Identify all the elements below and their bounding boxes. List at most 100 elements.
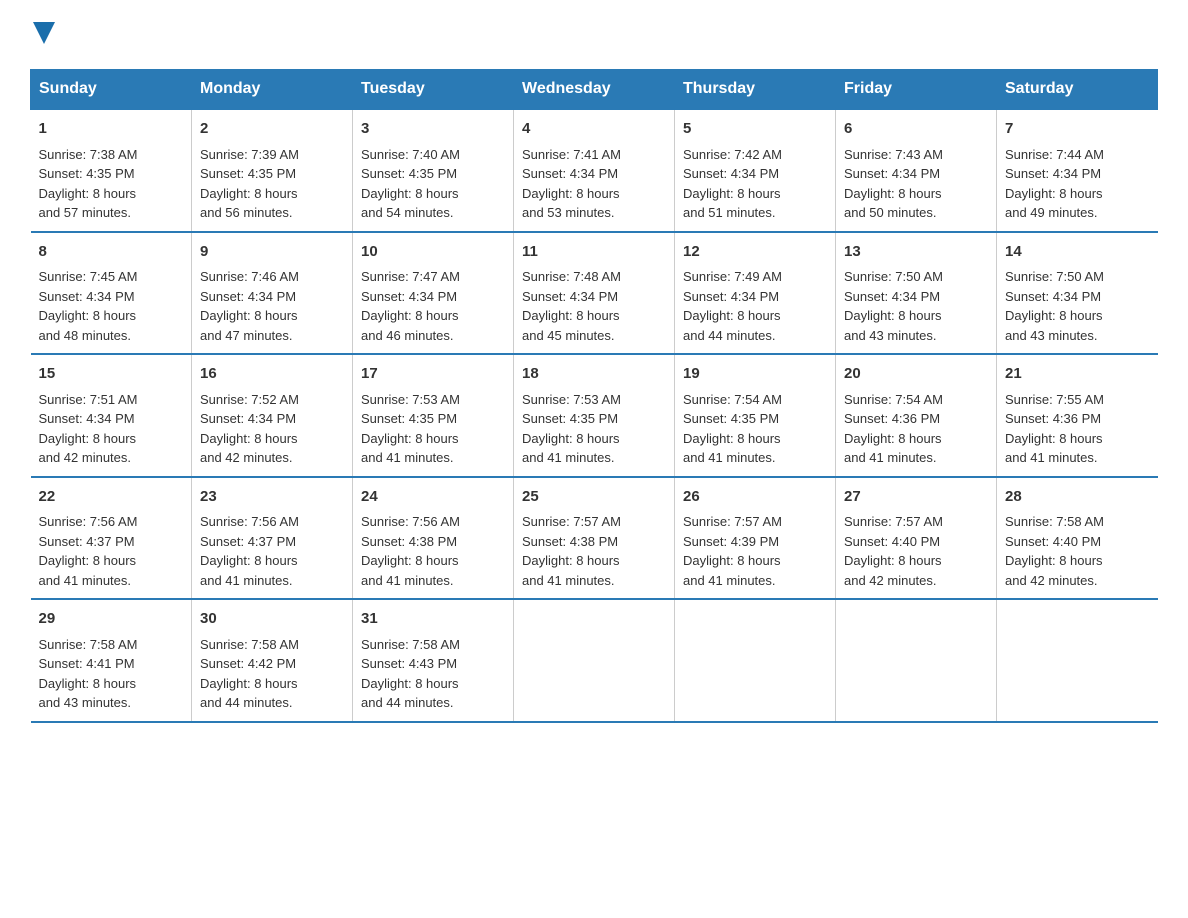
day-number: 9 [200, 241, 344, 264]
day-number: 1 [39, 118, 184, 141]
calendar-cell: 6Sunrise: 7:43 AMSunset: 4:34 PMDaylight… [836, 109, 997, 232]
calendar-cell: 28 Sunrise: 7:58 AMSunset: 4:40 PMDayligh… [997, 477, 1158, 600]
calendar-cell: 10 Sunrise: 7:47 AMSunset: 4:34 PMDayligh… [353, 232, 514, 355]
calendar-cell: 20 Sunrise: 7:54 AMSunset: 4:36 PMDayligh… [836, 354, 997, 477]
day-info: Sunrise: 7:52 AMSunset: 4:34 PMDaylight:… [200, 392, 299, 466]
day-number: 30 [200, 608, 344, 631]
day-info: Sunrise: 7:49 AMSunset: 4:34 PMDaylight:… [683, 269, 782, 343]
day-number: 19 [683, 363, 827, 386]
day-info: Sunrise: 7:55 AMSunset: 4:36 PMDaylight:… [1005, 392, 1104, 466]
calendar-cell: 18 Sunrise: 7:53 AMSunset: 4:35 PMDayligh… [514, 354, 675, 477]
day-number: 2 [200, 118, 344, 141]
day-number: 3 [361, 118, 505, 141]
calendar-cell: 7 Sunrise: 7:44 AMSunset: 4:34 PMDaylight… [997, 109, 1158, 232]
calendar-cell: 24Sunrise: 7:56 AMSunset: 4:38 PMDayligh… [353, 477, 514, 600]
day-info: Sunrise: 7:41 AMSunset: 4:34 PMDaylight:… [522, 147, 621, 221]
day-info: Sunrise: 7:54 AMSunset: 4:35 PMDaylight:… [683, 392, 782, 466]
day-number: 31 [361, 608, 505, 631]
calendar-cell: 12 Sunrise: 7:49 AMSunset: 4:34 PMDayligh… [675, 232, 836, 355]
header-monday: Monday [192, 70, 353, 110]
calendar-cell: 15 Sunrise: 7:51 AMSunset: 4:34 PMDayligh… [31, 354, 192, 477]
day-number: 26 [683, 486, 827, 509]
day-number: 5 [683, 118, 827, 141]
header-tuesday: Tuesday [353, 70, 514, 110]
calendar-cell [675, 599, 836, 722]
day-number: 7 [1005, 118, 1150, 141]
calendar-cell: 27 Sunrise: 7:57 AMSunset: 4:40 PMDayligh… [836, 477, 997, 600]
calendar-cell [836, 599, 997, 722]
day-number: 15 [39, 363, 184, 386]
day-number: 14 [1005, 241, 1150, 264]
day-number: 27 [844, 486, 988, 509]
day-number: 28 [1005, 486, 1150, 509]
day-number: 8 [39, 241, 184, 264]
calendar-cell: 21Sunrise: 7:55 AMSunset: 4:36 PMDayligh… [997, 354, 1158, 477]
day-info: Sunrise: 7:39 AMSunset: 4:35 PMDaylight:… [200, 147, 299, 221]
calendar-cell: 14 Sunrise: 7:50 AMSunset: 4:34 PMDayligh… [997, 232, 1158, 355]
day-info: Sunrise: 7:54 AMSunset: 4:36 PMDaylight:… [844, 392, 943, 466]
day-number: 29 [39, 608, 184, 631]
day-number: 23 [200, 486, 344, 509]
day-info: Sunrise: 7:53 AMSunset: 4:35 PMDaylight:… [522, 392, 621, 466]
day-info: Sunrise: 7:51 AMSunset: 4:34 PMDaylight:… [39, 392, 138, 466]
calendar-cell: 26 Sunrise: 7:57 AMSunset: 4:39 PMDayligh… [675, 477, 836, 600]
calendar-cell [997, 599, 1158, 722]
header-thursday: Thursday [675, 70, 836, 110]
calendar-cell: 22 Sunrise: 7:56 AMSunset: 4:37 PMDayligh… [31, 477, 192, 600]
day-info: Sunrise: 7:38 AMSunset: 4:35 PMDaylight:… [39, 147, 138, 221]
day-info: Sunrise: 7:44 AMSunset: 4:34 PMDaylight:… [1005, 147, 1104, 221]
day-info: Sunrise: 7:58 AMSunset: 4:43 PMDaylight:… [361, 637, 460, 711]
calendar-cell: 31 Sunrise: 7:58 AMSunset: 4:43 PMDayligh… [353, 599, 514, 722]
day-number: 12 [683, 241, 827, 264]
day-number: 18 [522, 363, 666, 386]
calendar-cell: 9 Sunrise: 7:46 AMSunset: 4:34 PMDaylight… [192, 232, 353, 355]
calendar-cell: 11 Sunrise: 7:48 AMSunset: 4:34 PMDayligh… [514, 232, 675, 355]
calendar-cell: 17 Sunrise: 7:53 AMSunset: 4:35 PMDayligh… [353, 354, 514, 477]
day-info: Sunrise: 7:43 AMSunset: 4:34 PMDaylight:… [844, 147, 943, 221]
calendar-cell: 23 Sunrise: 7:56 AMSunset: 4:37 PMDayligh… [192, 477, 353, 600]
day-info: Sunrise: 7:57 AMSunset: 4:38 PMDaylight:… [522, 514, 621, 588]
week-row-1: 1 Sunrise: 7:38 AMSunset: 4:35 PMDaylight… [31, 109, 1158, 232]
day-number: 16 [200, 363, 344, 386]
logo [30, 20, 55, 49]
day-info: Sunrise: 7:47 AMSunset: 4:34 PMDaylight:… [361, 269, 460, 343]
day-info: Sunrise: 7:48 AMSunset: 4:34 PMDaylight:… [522, 269, 621, 343]
day-number: 25 [522, 486, 666, 509]
day-number: 22 [39, 486, 184, 509]
week-row-3: 15 Sunrise: 7:51 AMSunset: 4:34 PMDayligh… [31, 354, 1158, 477]
day-info: Sunrise: 7:57 AMSunset: 4:40 PMDaylight:… [844, 514, 943, 588]
day-info: Sunrise: 7:58 AMSunset: 4:42 PMDaylight:… [200, 637, 299, 711]
day-number: 13 [844, 241, 988, 264]
day-info: Sunrise: 7:56 AMSunset: 4:37 PMDaylight:… [200, 514, 299, 588]
day-number: 24 [361, 486, 505, 509]
day-info: Sunrise: 7:58 AMSunset: 4:40 PMDaylight:… [1005, 514, 1104, 588]
week-row-2: 8Sunrise: 7:45 AMSunset: 4:34 PMDaylight… [31, 232, 1158, 355]
calendar-cell: 19 Sunrise: 7:54 AMSunset: 4:35 PMDayligh… [675, 354, 836, 477]
day-number: 20 [844, 363, 988, 386]
calendar-cell: 29 Sunrise: 7:58 AMSunset: 4:41 PMDayligh… [31, 599, 192, 722]
day-info: Sunrise: 7:50 AMSunset: 4:34 PMDaylight:… [1005, 269, 1104, 343]
calendar-header-row: SundayMondayTuesdayWednesdayThursdayFrid… [31, 70, 1158, 110]
day-info: Sunrise: 7:46 AMSunset: 4:34 PMDaylight:… [200, 269, 299, 343]
day-info: Sunrise: 7:53 AMSunset: 4:35 PMDaylight:… [361, 392, 460, 466]
calendar-cell: 8Sunrise: 7:45 AMSunset: 4:34 PMDaylight… [31, 232, 192, 355]
day-number: 11 [522, 241, 666, 264]
day-number: 10 [361, 241, 505, 264]
header-saturday: Saturday [997, 70, 1158, 110]
calendar-cell: 2 Sunrise: 7:39 AMSunset: 4:35 PMDaylight… [192, 109, 353, 232]
day-info: Sunrise: 7:58 AMSunset: 4:41 PMDaylight:… [39, 637, 138, 711]
day-number: 4 [522, 118, 666, 141]
calendar-cell: 25 Sunrise: 7:57 AMSunset: 4:38 PMDayligh… [514, 477, 675, 600]
calendar-cell: 13Sunrise: 7:50 AMSunset: 4:34 PMDayligh… [836, 232, 997, 355]
calendar-cell: 1 Sunrise: 7:38 AMSunset: 4:35 PMDaylight… [31, 109, 192, 232]
day-number: 17 [361, 363, 505, 386]
calendar-cell: 5Sunrise: 7:42 AMSunset: 4:34 PMDaylight… [675, 109, 836, 232]
day-info: Sunrise: 7:56 AMSunset: 4:37 PMDaylight:… [39, 514, 138, 588]
header-friday: Friday [836, 70, 997, 110]
week-row-4: 22 Sunrise: 7:56 AMSunset: 4:37 PMDayligh… [31, 477, 1158, 600]
header-sunday: Sunday [31, 70, 192, 110]
page-header [30, 20, 1158, 49]
logo-triangle-icon [33, 22, 55, 44]
calendar-cell: 4 Sunrise: 7:41 AMSunset: 4:34 PMDaylight… [514, 109, 675, 232]
day-info: Sunrise: 7:57 AMSunset: 4:39 PMDaylight:… [683, 514, 782, 588]
